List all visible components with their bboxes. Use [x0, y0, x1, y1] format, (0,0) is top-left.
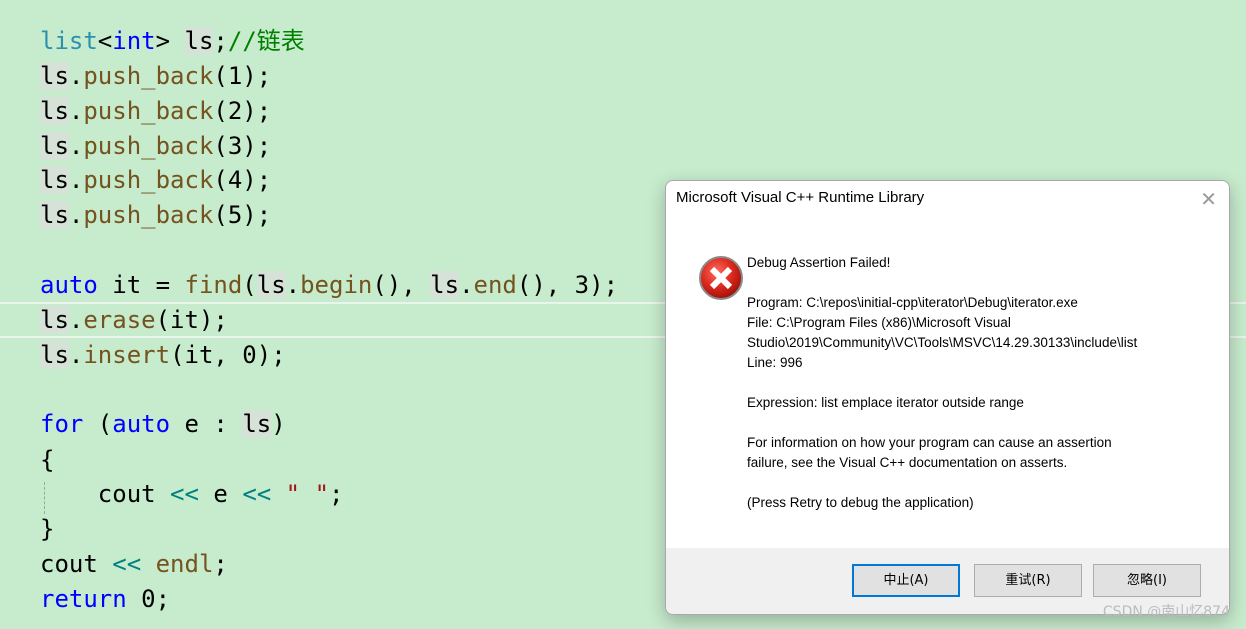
- message-info: For information on how your program can …: [747, 435, 1112, 450]
- code-line-5: ls.push_back(4);: [40, 166, 272, 194]
- message-press-retry: (Press Retry to debug the application): [747, 495, 974, 510]
- watermark: CSDN @南山忆874: [1102, 604, 1230, 620]
- code-line-13: }: [40, 515, 55, 543]
- code-line-11: {: [40, 446, 55, 474]
- code-line-2: ls.push_back(1);: [40, 62, 272, 90]
- abort-button[interactable]: 中止(A): [852, 564, 960, 597]
- code-line-14: cout << endl;: [40, 550, 228, 578]
- code-line-3: ls.push_back(2);: [40, 97, 272, 125]
- message-expression: Expression: list emplace iterator outsid…: [747, 395, 1024, 410]
- message-heading: Debug Assertion Failed!: [747, 255, 891, 270]
- ignore-button[interactable]: 忽略(I): [1093, 564, 1201, 597]
- message-info-cont: failure, see the Visual C++ documentatio…: [747, 455, 1068, 470]
- message-file-cont: Studio\2019\Community\VC\Tools\MSVC\14.2…: [747, 335, 1138, 350]
- code-line-10: for (auto e : ls): [40, 410, 286, 438]
- code-line-8: ls.erase(it);: [40, 306, 228, 334]
- code-line-4: ls.push_back(3);: [40, 132, 272, 160]
- message-file: File: C:\Program Files (x86)\Microsoft V…: [747, 315, 1011, 330]
- dialog-message: Debug Assertion Failed! Program: C:\repo…: [747, 253, 1207, 513]
- message-program: Program: C:\repos\initial-cpp\iterator\D…: [747, 295, 1078, 310]
- code-line-15: return 0;: [40, 585, 171, 613]
- code-line-6: ls.push_back(5);: [40, 201, 272, 229]
- assertion-dialog: Microsoft Visual C++ Runtime Library ✕ D…: [665, 180, 1230, 615]
- retry-button[interactable]: 重试(R): [974, 564, 1082, 597]
- message-line: Line: 996: [747, 355, 803, 370]
- close-icon[interactable]: ✕: [1200, 187, 1217, 212]
- code-line-1: list<int> ls;//链表: [40, 27, 305, 55]
- dialog-title: Microsoft Visual C++ Runtime Library: [676, 189, 925, 206]
- code-line-9: ls.insert(it, 0);: [40, 341, 286, 369]
- code-line-12: cout << e << " ";: [40, 480, 344, 508]
- error-icon: [699, 256, 743, 300]
- code-line-7: auto it = find(ls.begin(), ls.end(), 3);: [40, 271, 619, 299]
